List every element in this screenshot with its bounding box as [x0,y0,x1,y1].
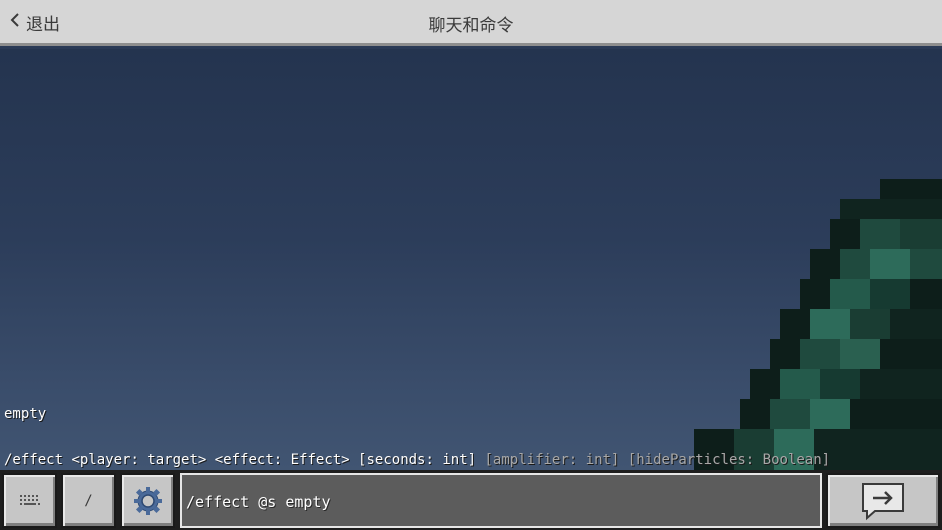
send-arrow-icon [862,482,904,520]
hint-effect-param: <effect: Effect> [214,452,350,468]
command-hint: /effect <player: target> <effect: Effect… [4,452,830,468]
slash-command-button[interactable]: / [61,473,116,528]
hint-player-param: <player: target> [71,452,207,468]
page-title: 聊天和命令 [428,16,514,36]
hint-seconds-param: [seconds: int] [358,452,477,468]
chat-input[interactable]: /effect @s empty [180,473,822,528]
hint-amplifier-param: [amplifier: int] [484,452,620,468]
top-bar: 退出 聊天和命令 [0,0,942,46]
diamond-sword-icon [694,179,942,470]
hint-command: /effect [4,452,64,468]
chat-message: empty [4,406,47,422]
gear-icon [133,486,162,515]
game-view: empty /effect <player: target> <effect: … [0,49,942,470]
keyboard-icon [19,494,40,505]
settings-button[interactable] [120,473,175,528]
slash-label: / [84,492,93,509]
send-button[interactable] [826,473,940,528]
bottom-bar: / /effect @s empty [0,470,942,530]
keyboard-button[interactable] [2,473,57,528]
hint-hideparticles-param: [hideParticles: Boolean] [627,452,831,468]
